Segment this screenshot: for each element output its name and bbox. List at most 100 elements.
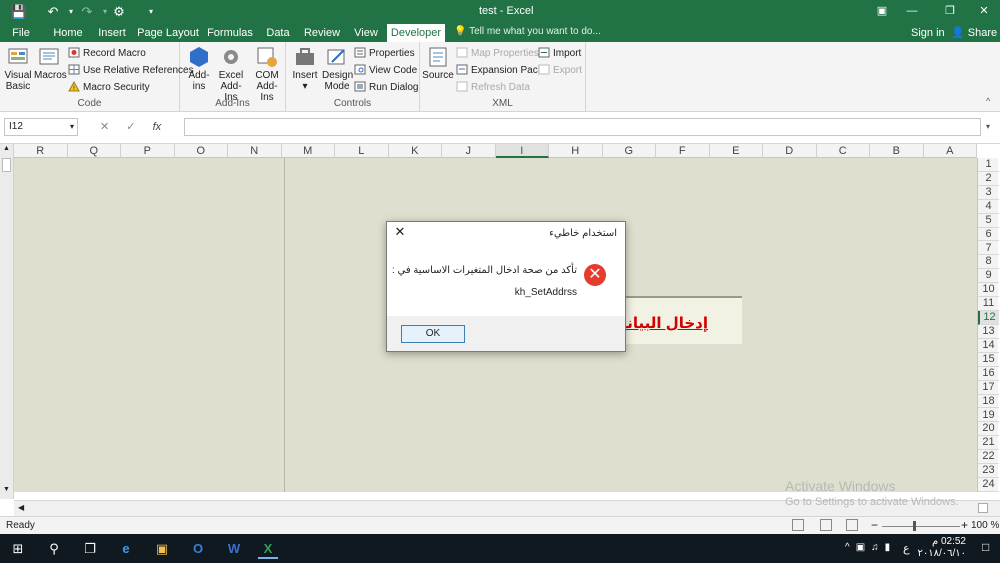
zoom-in-icon[interactable]: +: [961, 518, 968, 532]
page-layout-view-icon[interactable]: [820, 519, 832, 531]
row-header-1[interactable]: 1: [978, 158, 999, 172]
zoom-slider[interactable]: [882, 526, 960, 527]
com-addins-button[interactable]: COM Add-Ins: [250, 46, 284, 103]
tab-home[interactable]: Home: [48, 24, 88, 42]
row-header-15[interactable]: 15: [978, 353, 999, 367]
column-header-k[interactable]: K: [389, 144, 442, 158]
column-header-m[interactable]: M: [282, 144, 335, 158]
cancel-icon[interactable]: ✕: [100, 121, 109, 133]
row-header-2[interactable]: 2: [978, 172, 999, 186]
row-header-10[interactable]: 10: [978, 283, 999, 298]
row-header-6[interactable]: 6: [978, 228, 999, 242]
row-header-8[interactable]: 8: [978, 255, 999, 270]
excel-icon[interactable]: X: [258, 539, 278, 559]
search-icon[interactable]: ⚲: [44, 539, 64, 559]
row-header-5[interactable]: 5: [978, 214, 999, 228]
enter-icon[interactable]: ✓: [126, 121, 135, 133]
tab-insert[interactable]: Insert: [93, 24, 131, 42]
ok-button[interactable]: OK: [401, 325, 465, 343]
scroll-left-icon[interactable]: ◀: [18, 503, 24, 512]
data-entry-shape-button[interactable]: إدخال البيانا: [618, 296, 742, 344]
record-macro-button[interactable]: Record Macro: [68, 46, 146, 61]
zoom-slider-thumb[interactable]: [913, 521, 916, 531]
scroll-down-icon[interactable]: ▼: [3, 486, 10, 493]
undo-icon[interactable]: ↶: [44, 3, 62, 21]
tab-page-layout[interactable]: Page Layout: [137, 24, 199, 42]
column-header-e[interactable]: E: [710, 144, 763, 158]
scroll-up-icon[interactable]: ▲: [3, 145, 10, 152]
normal-view-icon[interactable]: [792, 519, 804, 531]
task-view-icon[interactable]: ❐: [80, 539, 100, 559]
column-header-a[interactable]: A: [924, 144, 977, 158]
formula-input[interactable]: [184, 118, 981, 136]
column-header-h[interactable]: H: [549, 144, 603, 158]
minimize-icon[interactable]: —: [898, 2, 926, 20]
properties-button[interactable]: Properties: [354, 46, 415, 61]
import-button[interactable]: Import: [538, 46, 581, 61]
zoom-level[interactable]: 100 %: [971, 520, 999, 531]
system-tray-icons[interactable]: ^▣♫▮: [845, 542, 896, 553]
use-relative-references-button[interactable]: Use Relative References: [68, 63, 194, 78]
column-header-r[interactable]: R: [14, 144, 68, 158]
collapse-ribbon-icon[interactable]: ^: [986, 96, 990, 106]
column-header-l[interactable]: L: [335, 144, 389, 158]
row-header-18[interactable]: 18: [978, 395, 999, 409]
share-button[interactable]: 👤 Share: [951, 24, 997, 42]
row-header-7[interactable]: 7: [978, 242, 999, 256]
column-header-g[interactable]: G: [603, 144, 656, 158]
column-header-i[interactable]: I: [495, 144, 549, 158]
column-header-p[interactable]: P: [121, 144, 175, 158]
expansion-packs-button[interactable]: Expansion Packs: [456, 63, 548, 78]
save-icon[interactable]: 💾: [10, 3, 28, 21]
column-header-f[interactable]: F: [656, 144, 710, 158]
design-mode-button[interactable]: Design Mode: [322, 46, 353, 92]
word-icon[interactable]: W: [224, 539, 244, 559]
tree-icon[interactable]: ⚙: [110, 3, 128, 21]
redo-icon[interactable]: ↷: [78, 3, 96, 21]
edge-icon[interactable]: e: [116, 539, 136, 559]
sign-in-link[interactable]: Sign in: [911, 24, 945, 42]
row-header-14[interactable]: 14: [978, 339, 999, 353]
row-header-20[interactable]: 20: [978, 422, 999, 437]
row-header-24[interactable]: 24: [978, 478, 999, 492]
taskbar-clock[interactable]: 02:52 م ٢٠١٨/٠٦/١٠: [917, 536, 966, 560]
tab-data[interactable]: Data: [261, 24, 295, 42]
excel-addins-button[interactable]: Excel Add-Ins: [214, 46, 248, 103]
row-header-21[interactable]: 21: [978, 436, 999, 451]
scroll-thumb[interactable]: [2, 158, 11, 172]
visual-basic-button[interactable]: Visual Basic: [4, 46, 32, 92]
row-header-3[interactable]: 3: [978, 186, 999, 200]
row-header-12[interactable]: 12: [978, 311, 999, 325]
export-button[interactable]: Export: [538, 63, 582, 78]
notifications-icon[interactable]: □: [982, 540, 989, 554]
source-button[interactable]: Source: [422, 46, 454, 81]
column-header-c[interactable]: C: [817, 144, 870, 158]
close-icon[interactable]: ✕: [970, 2, 998, 20]
close-icon[interactable]: ✕: [393, 225, 407, 239]
run-dialog-button[interactable]: Run Dialog: [354, 80, 418, 95]
row-header-17[interactable]: 17: [978, 381, 999, 395]
insert-function-icon[interactable]: fx: [153, 121, 162, 133]
column-header-o[interactable]: O: [175, 144, 228, 158]
tab-developer[interactable]: Developer: [387, 24, 445, 42]
windows-start-icon[interactable]: ⊞: [8, 539, 28, 559]
zoom-out-icon[interactable]: −: [871, 518, 878, 532]
column-header-n[interactable]: N: [228, 144, 282, 158]
customize-quick-access-icon[interactable]: ▾: [142, 3, 160, 21]
row-header-13[interactable]: 13: [978, 325, 999, 339]
tab-view[interactable]: View: [349, 24, 383, 42]
restore-icon[interactable]: ❐: [936, 2, 964, 20]
addins-button[interactable]: Add-ins: [186, 46, 212, 92]
insert-control-button[interactable]: Insert ▾: [290, 46, 320, 92]
column-header-d[interactable]: D: [763, 144, 817, 158]
tell-me-box[interactable]: 💡 Tell me what you want to do...: [454, 26, 601, 37]
tab-review[interactable]: Review: [301, 24, 343, 42]
name-box[interactable]: I12 ▾: [4, 118, 78, 136]
column-header-q[interactable]: Q: [68, 144, 121, 158]
tab-formulas[interactable]: Formulas: [205, 24, 255, 42]
outlook-icon[interactable]: O: [188, 539, 208, 559]
ribbon-display-options-icon[interactable]: ▣: [868, 2, 896, 20]
page-break-view-icon[interactable]: [846, 519, 858, 531]
row-header-16[interactable]: 16: [978, 367, 999, 381]
row-header-9[interactable]: 9: [978, 269, 999, 284]
